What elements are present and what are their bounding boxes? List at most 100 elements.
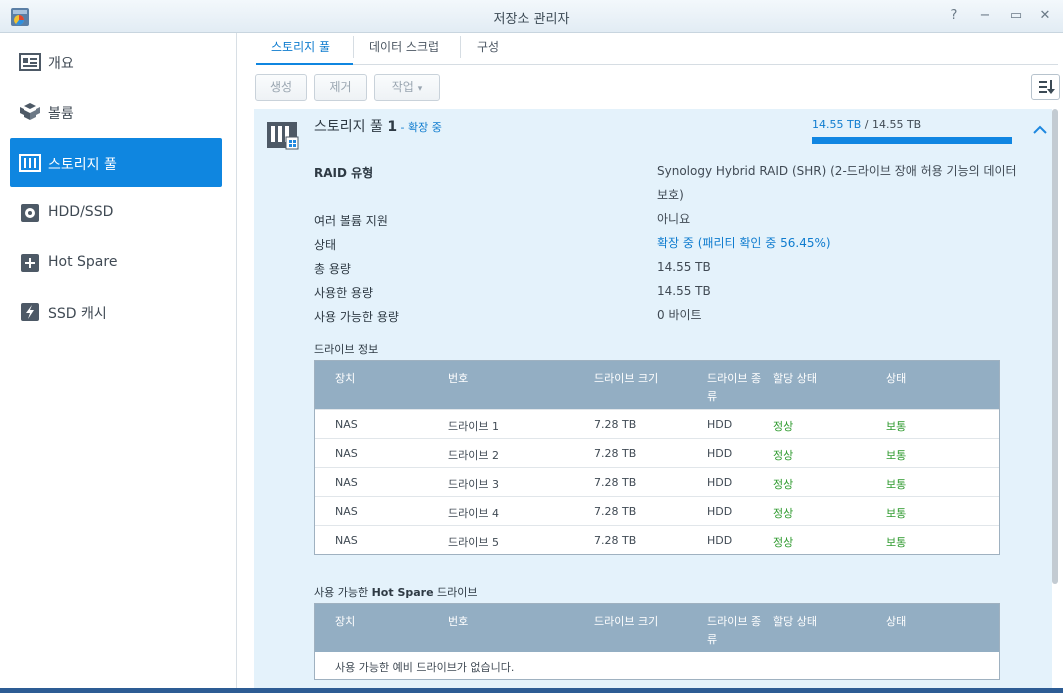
- column-header[interactable]: 상태: [886, 370, 906, 388]
- taskbar-edge: [0, 688, 1063, 693]
- main-content: 스토리지 풀 데이터 스크럽 구성 생성 제거 작업 ▾ 스토리지 풀 1 - …: [238, 33, 1063, 693]
- column-header-line: 드라이브 종: [707, 372, 762, 385]
- sidebar-item-label: 볼륨: [48, 106, 74, 122]
- hot-spare-table: 장치 번호 드라이브 크기 드라이브 종류 할당 상태 상태 사용 가능한 예비…: [314, 603, 1000, 680]
- number-cell: 드라이브 1: [448, 420, 499, 433]
- chevron-up-icon[interactable]: [1032, 123, 1048, 135]
- status-cell: 보통: [886, 449, 907, 462]
- tab-storage-pool[interactable]: 스토리지 풀: [271, 38, 330, 55]
- column-header[interactable]: 드라이브 종류: [707, 370, 771, 406]
- window-title: 저장소 관리자: [493, 12, 570, 27]
- sidebar-item-hot-spare[interactable]: Hot Spare: [10, 238, 222, 287]
- used-capacity-label: 사용한 용량: [314, 286, 374, 300]
- size-cell: 7.28 TB: [594, 505, 637, 518]
- column-header[interactable]: 장치: [335, 613, 355, 631]
- maximize-button[interactable]: ▭: [1007, 7, 1025, 25]
- sidebar-item-volume[interactable]: 볼륨: [10, 87, 222, 136]
- hot-spare-title: 사용 가능한 Hot Spare 드라이브: [314, 584, 478, 600]
- active-tab-indicator: [256, 63, 353, 65]
- sort-icon: [1038, 80, 1055, 94]
- device-cell: NAS: [335, 418, 358, 431]
- column-header-line: 류: [707, 390, 718, 403]
- hot-spare-title-prefix: 사용 가능한: [314, 586, 372, 599]
- table-header: 장치 번호 드라이브 크기 드라이브 종류 할당 상태 상태: [315, 604, 999, 652]
- column-header[interactable]: 드라이브 종류: [707, 613, 771, 649]
- raid-type-label: RAID 유형: [314, 166, 374, 180]
- multi-volume-value: 아니요: [657, 212, 691, 226]
- capacity-summary: 14.55 TB / 14.55 TB: [812, 118, 921, 131]
- status-cell: 보통: [886, 420, 907, 433]
- number-cell: 드라이브 2: [448, 449, 499, 462]
- close-button[interactable]: ✕: [1036, 7, 1054, 25]
- column-header[interactable]: 할당 상태: [773, 370, 817, 388]
- device-cell: NAS: [335, 476, 358, 489]
- sort-button[interactable]: [1031, 74, 1060, 100]
- type-cell: HDD: [707, 476, 733, 489]
- vertical-scrollbar[interactable]: [1052, 109, 1058, 584]
- available-capacity-label: 사용 가능한 용량: [314, 310, 399, 324]
- status-label: 상태: [314, 238, 337, 252]
- capacity-bar-fill: [812, 137, 1012, 144]
- tab-divider: [460, 36, 461, 58]
- number-cell: 드라이브 4: [448, 507, 499, 520]
- type-cell: HDD: [707, 534, 733, 547]
- help-button[interactable]: ?: [945, 7, 963, 25]
- sidebar-item-ssd-cache[interactable]: SSD 캐시: [10, 287, 222, 336]
- volume-icon: [20, 103, 40, 120]
- type-cell: HDD: [707, 418, 733, 431]
- type-cell: HDD: [707, 447, 733, 460]
- sidebar-item-overview[interactable]: 개요: [10, 37, 222, 86]
- column-header[interactable]: 장치: [335, 370, 355, 388]
- available-capacity-value: 0 바이트: [657, 308, 702, 322]
- title-bar: 저장소 관리자 ? − ▭ ✕: [0, 0, 1063, 33]
- sidebar-item-label: HDD/SSD: [48, 204, 114, 220]
- tab-settings[interactable]: 구성: [477, 38, 499, 55]
- table-row[interactable]: NAS 드라이브 3 7.28 TB HDD 정상 보통: [315, 467, 999, 496]
- capacity-total: 14.55 TB: [871, 118, 922, 131]
- storage-pool-icon: [19, 154, 41, 172]
- capacity-used: 14.55 TB: [812, 118, 862, 131]
- create-button[interactable]: 생성: [255, 74, 307, 101]
- capacity-bar: [812, 137, 1012, 144]
- column-header[interactable]: 드라이브 크기: [594, 613, 658, 631]
- status-cell: 보통: [886, 507, 907, 520]
- drive-info-title: 드라이브 정보: [314, 343, 379, 356]
- raid-type-value: Synology Hybrid RAID (SHR) (2-드라이브 장애 허용…: [657, 164, 1017, 202]
- column-header[interactable]: 번호: [448, 613, 468, 631]
- table-row[interactable]: NAS 드라이브 2 7.28 TB HDD 정상 보통: [315, 438, 999, 467]
- size-cell: 7.28 TB: [594, 418, 637, 431]
- table-header: 장치 번호 드라이브 크기 드라이브 종류 할당 상태 상태: [315, 361, 999, 409]
- device-cell: NAS: [335, 447, 358, 460]
- table-row[interactable]: NAS 드라이브 1 7.28 TB HDD 정상 보통: [315, 409, 999, 438]
- pool-number: 1: [387, 119, 398, 135]
- table-row[interactable]: NAS 드라이브 4 7.28 TB HDD 정상 보통: [315, 496, 999, 525]
- sidebar: 개요 볼륨 스토리지 풀 HDD/SSD Hot Spare SSD 캐시: [0, 33, 237, 693]
- used-capacity-value: 14.55 TB: [657, 284, 711, 298]
- pool-title: 스토리지 풀 1 - 확장 중: [314, 116, 442, 136]
- column-header[interactable]: 드라이브 크기: [594, 370, 658, 388]
- sidebar-item-storage-pool[interactable]: 스토리지 풀: [10, 138, 222, 187]
- tab-data-scrub[interactable]: 데이터 스크럽: [369, 38, 439, 55]
- tab-divider: [353, 36, 354, 58]
- size-cell: 7.28 TB: [594, 447, 637, 460]
- sidebar-item-label: SSD 캐시: [48, 306, 107, 322]
- overview-icon: [19, 53, 41, 71]
- action-label: 작업: [391, 80, 414, 94]
- minimize-button[interactable]: −: [976, 7, 994, 25]
- multi-volume-label: 여러 볼륨 지원: [314, 214, 388, 228]
- column-header[interactable]: 번호: [448, 370, 468, 388]
- column-header-line: 류: [707, 633, 718, 646]
- remove-button[interactable]: 제거: [314, 74, 367, 101]
- tab-bar: 스토리지 풀 데이터 스크럽 구성: [256, 33, 1058, 65]
- allocation-cell: 정상: [773, 507, 794, 520]
- column-header[interactable]: 할당 상태: [773, 613, 817, 631]
- action-dropdown[interactable]: 작업 ▾: [374, 74, 440, 101]
- hot-spare-icon: [21, 254, 39, 272]
- ssd-cache-icon: [21, 303, 39, 321]
- column-header[interactable]: 상태: [886, 613, 906, 631]
- sidebar-item-hdd-ssd[interactable]: HDD/SSD: [10, 188, 222, 237]
- drive-info-table: 장치 번호 드라이브 크기 드라이브 종류 할당 상태 상태 NAS 드라이브 …: [314, 360, 1000, 555]
- total-capacity-label: 총 용량: [314, 262, 351, 276]
- allocation-cell: 정상: [773, 536, 794, 549]
- table-row[interactable]: NAS 드라이브 5 7.28 TB HDD 정상 보통: [315, 525, 999, 554]
